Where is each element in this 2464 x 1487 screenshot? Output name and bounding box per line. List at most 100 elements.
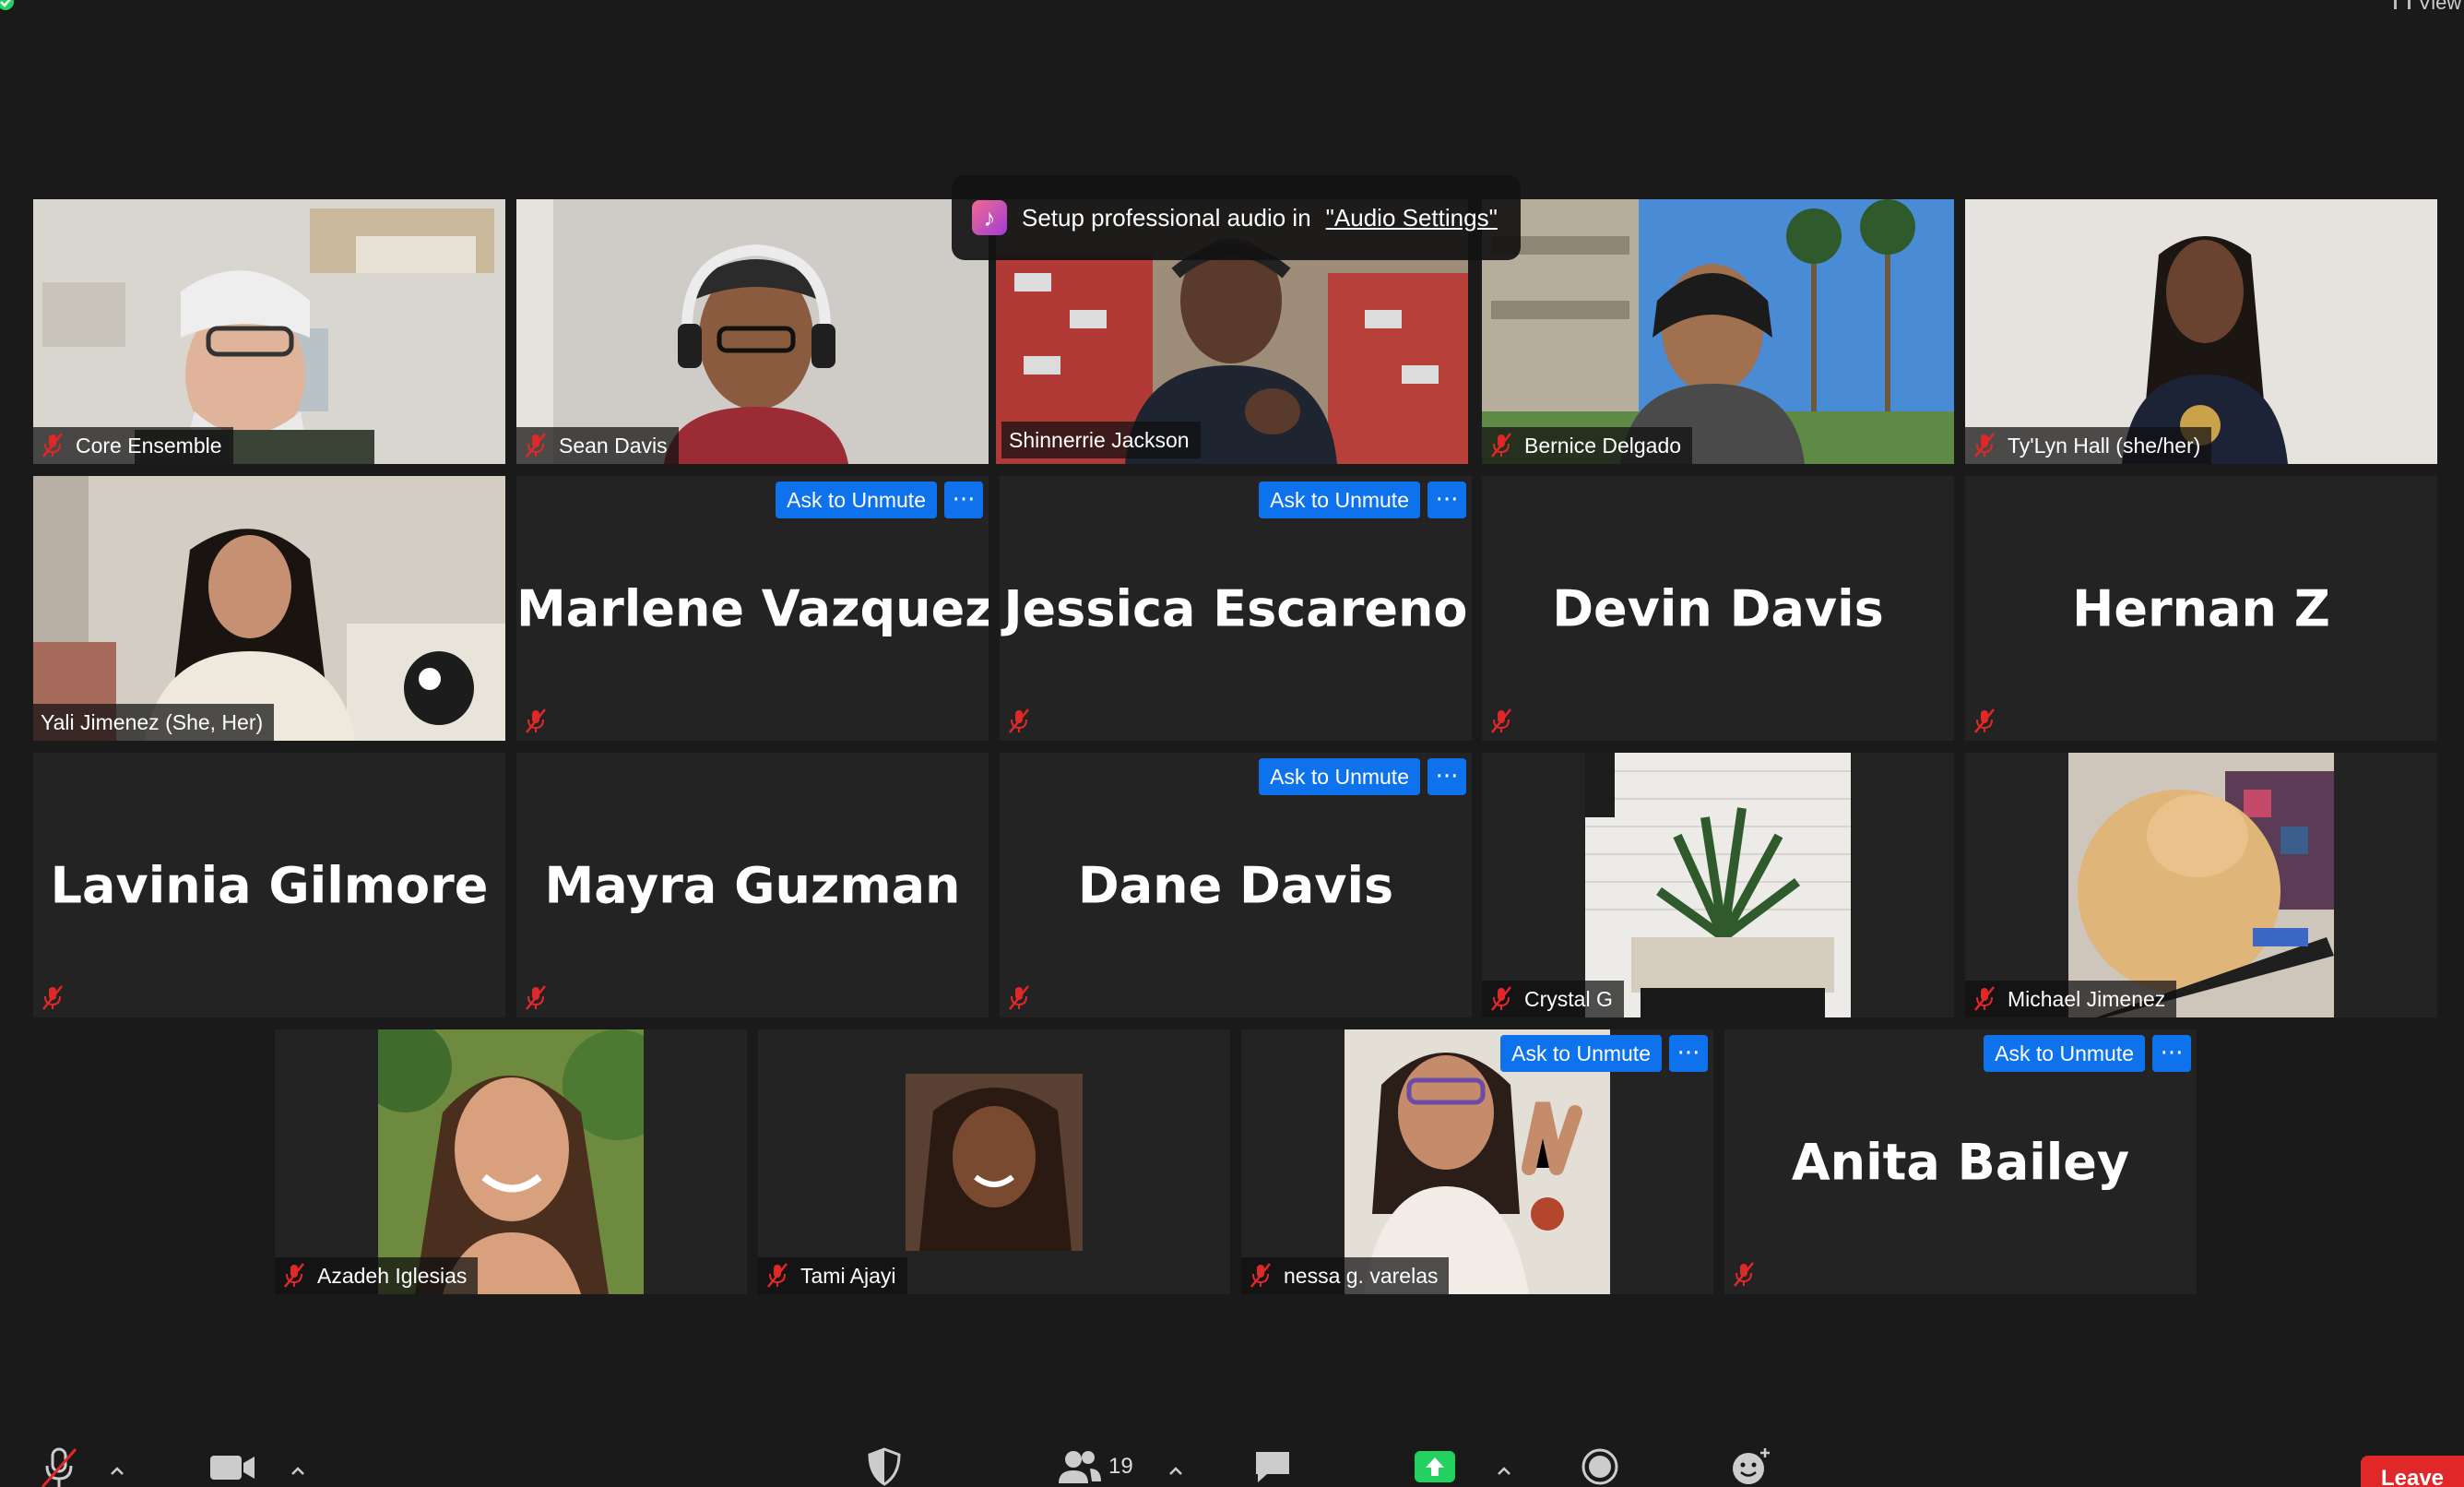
ask-to-unmute-button[interactable]: Ask to Unmute bbox=[776, 482, 937, 518]
unmute-button[interactable] bbox=[39, 1445, 79, 1487]
participant-name-label: Tami Ajayi bbox=[758, 1257, 907, 1294]
participant-mic-status bbox=[1007, 984, 1035, 1012]
participant-name-label: Core Ensemble bbox=[33, 427, 233, 464]
participant-name: Azadeh Iglesias bbox=[317, 1263, 468, 1288]
muted-mic-icon bbox=[1491, 433, 1511, 458]
participant-display-name: Mayra Guzman bbox=[544, 856, 961, 914]
more-options-button[interactable]: ··· bbox=[944, 482, 983, 518]
more-options-button[interactable]: ··· bbox=[2152, 1035, 2191, 1072]
participant-tile-lavinia-gilmore[interactable]: Lavinia Gilmore bbox=[33, 753, 505, 1017]
muted-mic-icon bbox=[1009, 985, 1029, 1010]
participant-name: Crystal G bbox=[1524, 986, 1613, 1011]
participants-button[interactable]: 19 bbox=[1055, 1445, 1133, 1487]
participant-display-name: Hernan Z bbox=[2072, 579, 2330, 637]
audio-settings-link[interactable]: "Audio Settings" bbox=[1326, 204, 1498, 232]
participant-name: Sean Davis bbox=[559, 433, 668, 458]
ask-to-unmute-button[interactable]: Ask to Unmute bbox=[1259, 758, 1420, 795]
tile-actions: Ask to Unmute ··· bbox=[1500, 1035, 1708, 1072]
record-button[interactable] bbox=[1581, 1445, 1619, 1487]
participant-video bbox=[2068, 753, 2334, 1017]
participant-name: Yali Jimenez (She, Her) bbox=[41, 709, 264, 734]
participant-video bbox=[516, 199, 989, 464]
muted-mic-icon bbox=[1491, 708, 1511, 733]
participant-tile-mayra-guzman[interactable]: Mayra Guzman bbox=[516, 753, 989, 1017]
participant-tile-michael-jimenez[interactable]: Michael Jimenez bbox=[1965, 753, 2437, 1017]
ask-to-unmute-button[interactable]: Ask to Unmute bbox=[1984, 1035, 2145, 1072]
participant-mic-status bbox=[1732, 1261, 1759, 1289]
participant-name: Tami Ajayi bbox=[800, 1263, 896, 1288]
participant-tile-devin-davis[interactable]: Devin Davis bbox=[1482, 476, 1954, 741]
participants-count: 19 bbox=[1108, 1453, 1133, 1479]
participant-name: Bernice Delgado bbox=[1524, 433, 1682, 458]
audio-settings-toast: ♪ Setup professional audio in "Audio Set… bbox=[952, 175, 1521, 260]
participant-tile-bernice-delgado[interactable]: Bernice Delgado bbox=[1482, 199, 1954, 464]
participants-icon bbox=[1059, 1450, 1101, 1483]
chat-button[interactable] bbox=[1252, 1445, 1293, 1487]
participant-mic-status bbox=[524, 984, 551, 1012]
more-options-button[interactable]: ··· bbox=[1427, 482, 1466, 518]
chat-bubble-icon bbox=[1256, 1451, 1289, 1482]
participant-video bbox=[1482, 199, 1954, 464]
participant-tile-core-ensemble[interactable]: Core Ensemble bbox=[33, 199, 505, 464]
ask-to-unmute-button[interactable]: Ask to Unmute bbox=[1259, 482, 1420, 518]
participant-tile-anita-bailey[interactable]: Anita Bailey Ask to Unmute ··· bbox=[1724, 1029, 2197, 1294]
participant-mic-status bbox=[1972, 708, 2000, 735]
muted-mic-icon bbox=[1734, 1262, 1754, 1287]
muted-mic-icon bbox=[767, 1263, 788, 1288]
start-video-button[interactable] bbox=[208, 1445, 256, 1487]
more-options-button[interactable]: ··· bbox=[1427, 758, 1466, 795]
video-options-chevron-icon[interactable] bbox=[288, 1460, 308, 1481]
share-screen-button[interactable] bbox=[1413, 1445, 1457, 1487]
share-screen-icon bbox=[1415, 1450, 1455, 1482]
muted-mic-icon bbox=[526, 433, 546, 458]
participant-display-name: Marlene Vazquez bbox=[516, 579, 989, 637]
participant-name-label: Shinnerrie Jackson bbox=[1001, 422, 1201, 458]
participant-tile-nessa-g-varelas[interactable]: Ask to Unmute ··· nessa g. varelas bbox=[1241, 1029, 1713, 1294]
participant-video bbox=[1585, 753, 1851, 1017]
participant-tile-hernan-z[interactable]: Hernan Z bbox=[1965, 476, 2437, 741]
participant-name-label: nessa g. varelas bbox=[1241, 1257, 1450, 1294]
participant-mic-status bbox=[524, 708, 551, 735]
participant-mic-status bbox=[1007, 708, 1035, 735]
share-options-chevron-icon[interactable] bbox=[1494, 1460, 1514, 1481]
participant-name: Michael Jimenez bbox=[2008, 986, 2166, 1011]
participant-name-label: Bernice Delgado bbox=[1482, 427, 1693, 464]
muted-mic-icon bbox=[1250, 1263, 1271, 1288]
participants-options-chevron-icon[interactable] bbox=[1166, 1460, 1186, 1481]
participant-video bbox=[33, 199, 505, 464]
participant-video bbox=[1965, 199, 2437, 464]
participant-name-label: Crystal G bbox=[1482, 981, 1624, 1017]
muted-microphone-icon bbox=[41, 1447, 77, 1487]
muted-mic-icon bbox=[42, 985, 63, 1010]
more-options-button[interactable]: ··· bbox=[1669, 1035, 1708, 1072]
participant-tile-azadeh-iglesias[interactable]: Azadeh Iglesias bbox=[275, 1029, 747, 1294]
music-note-icon: ♪ bbox=[972, 200, 1007, 235]
participant-name-label: Ty'Lyn Hall (she/her) bbox=[1965, 427, 2212, 464]
participant-tile-tylyn-hall[interactable]: Ty'Lyn Hall (she/her) bbox=[1965, 199, 2437, 464]
meeting-toolbar: 19 bbox=[0, 1425, 2464, 1487]
participant-mic-status bbox=[41, 984, 68, 1012]
participant-video bbox=[378, 1029, 644, 1294]
participant-display-name: Jessica Escareno bbox=[1003, 579, 1468, 637]
participant-display-name: Lavinia Gilmore bbox=[50, 856, 489, 914]
participant-tile-dane-davis[interactable]: Dane Davis Ask to Unmute ··· bbox=[1000, 753, 1472, 1017]
ask-to-unmute-button[interactable]: Ask to Unmute bbox=[1500, 1035, 1662, 1072]
participant-tile-tami-ajayi[interactable]: Tami Ajayi bbox=[758, 1029, 1230, 1294]
leave-meeting-button[interactable]: Leave bbox=[2361, 1456, 2464, 1487]
security-button[interactable] bbox=[867, 1445, 902, 1487]
audio-options-chevron-icon[interactable] bbox=[107, 1460, 127, 1481]
participant-tile-crystal-g[interactable]: Crystal G bbox=[1482, 753, 1954, 1017]
participant-name: Core Ensemble bbox=[76, 433, 222, 458]
security-shield-icon bbox=[868, 1446, 901, 1486]
muted-mic-icon bbox=[1491, 986, 1511, 1011]
muted-mic-icon bbox=[1974, 708, 1995, 733]
participant-name-label: Michael Jimenez bbox=[1965, 981, 2177, 1017]
reactions-smiley-icon bbox=[1733, 1447, 1770, 1484]
reactions-button[interactable] bbox=[1730, 1445, 1772, 1487]
muted-mic-icon bbox=[42, 433, 63, 458]
participant-tile-jessica-escareno[interactable]: Jessica Escareno Ask to Unmute ··· bbox=[1000, 476, 1472, 741]
participant-name: Ty'Lyn Hall (she/her) bbox=[2008, 433, 2201, 458]
participant-tile-marlene-vazquez[interactable]: Marlene Vazquez Ask to Unmute ··· bbox=[516, 476, 989, 741]
participant-tile-sean-davis[interactable]: Sean Davis bbox=[516, 199, 989, 464]
participant-tile-yali-jimenez[interactable]: Yali Jimenez (She, Her) bbox=[33, 476, 505, 741]
